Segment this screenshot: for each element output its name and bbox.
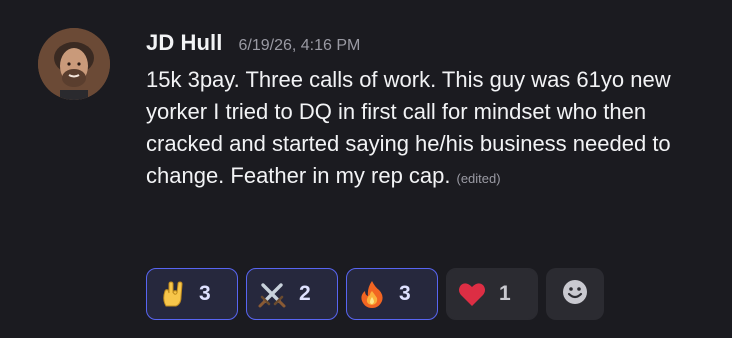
reaction-fire[interactable]: 3 — [346, 268, 438, 320]
edited-label: (edited) — [456, 171, 501, 186]
reaction-count: 2 — [299, 282, 311, 305]
reaction-rock-on[interactable]: 3 — [146, 268, 238, 320]
message-text: 15k 3pay. Three calls of work. This guy … — [146, 64, 711, 195]
rock-on-hand-icon — [157, 279, 187, 309]
avatar[interactable] — [38, 28, 110, 100]
message-body: 15k 3pay. Three calls of work. This guy … — [146, 67, 671, 188]
add-emoji-icon — [560, 277, 590, 312]
reaction-bar: 3 2 3 1 — [146, 268, 604, 320]
message-content: JD Hull 6/19/26, 4:16 PM 15k 3pay. Three… — [146, 30, 716, 195]
avatar-image — [38, 28, 110, 100]
message-header: JD Hull 6/19/26, 4:16 PM — [146, 30, 716, 64]
crossed-swords-icon — [257, 279, 287, 309]
reaction-count: 1 — [499, 282, 511, 305]
username[interactable]: JD Hull — [146, 30, 223, 56]
reaction-crossed-swords[interactable]: 2 — [246, 268, 338, 320]
reaction-count: 3 — [399, 282, 411, 305]
timestamp[interactable]: 6/19/26, 4:16 PM — [239, 37, 361, 55]
red-heart-icon — [457, 279, 487, 309]
reaction-count: 3 — [199, 282, 211, 305]
chat-message: JD Hull 6/19/26, 4:16 PM 15k 3pay. Three… — [0, 0, 732, 338]
add-reaction-button[interactable] — [546, 268, 604, 320]
fire-icon — [357, 279, 387, 309]
reaction-heart[interactable]: 1 — [446, 268, 538, 320]
